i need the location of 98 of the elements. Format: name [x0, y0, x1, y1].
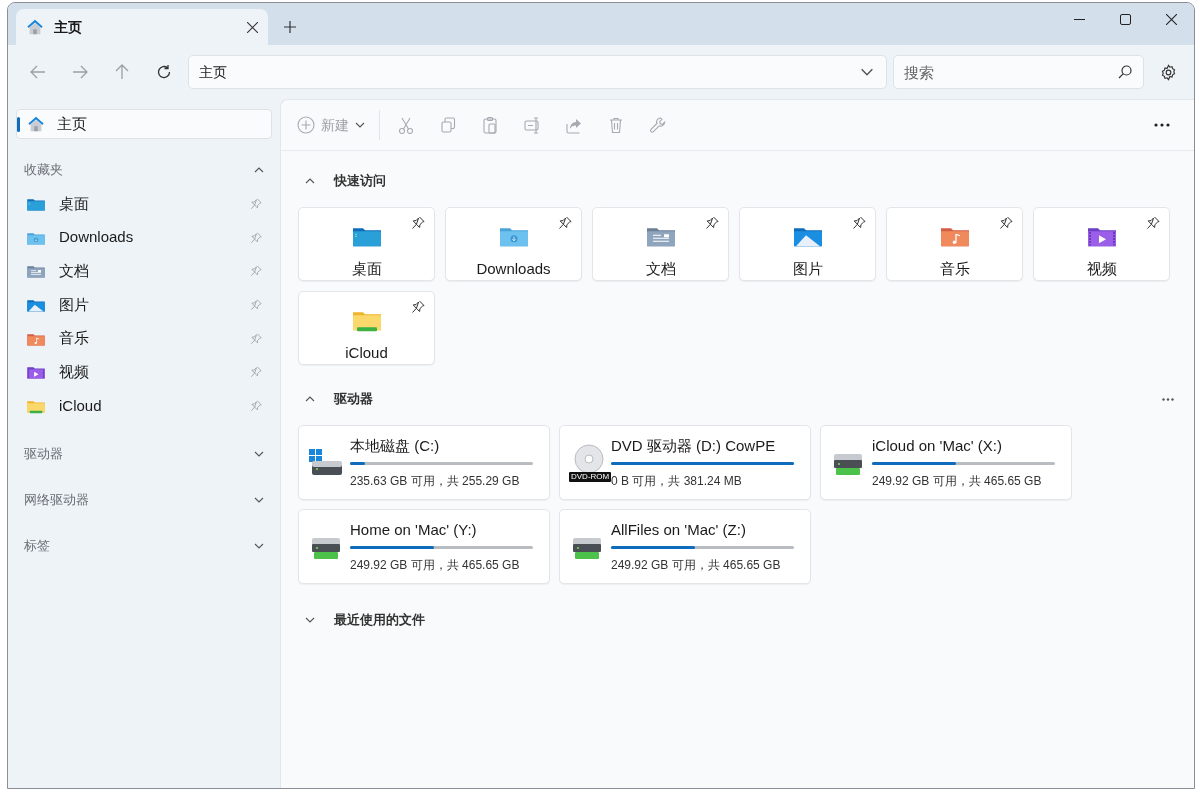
sidebar-item[interactable]: 桌面: [16, 187, 272, 221]
home-icon: [27, 115, 45, 133]
plus-circle-icon: [297, 116, 315, 134]
settings-icon: [1159, 63, 1177, 81]
drive-name: iCloud on 'Mac' (X:): [872, 435, 1003, 456]
section-title: 驱动器: [334, 390, 373, 409]
drive-space: 0 B 可用，共 381.24 MB: [611, 473, 743, 491]
share-icon: [565, 116, 583, 134]
forward-arrow-icon: [71, 65, 88, 79]
more-icon[interactable]: [1162, 397, 1174, 401]
drive-name: AllFiles on 'Mac' (Z:): [611, 519, 747, 540]
drive-name: Home on 'Mac' (Y:): [350, 519, 478, 540]
tab[interactable]: 主页: [16, 9, 268, 45]
pin-icon: [250, 366, 262, 379]
pin-icon: [250, 399, 262, 412]
pin-icon: [705, 216, 719, 230]
section-title: 最近使用的文件: [334, 611, 425, 630]
folder-label: 桌面: [351, 258, 382, 279]
drive-card[interactable]: DVD-ROM DVD 驱动器 (D:) CowPE 0 B 可用，共 381.24 MB: [559, 425, 811, 500]
folder-label: 视频: [1086, 258, 1117, 279]
pin-icon: [999, 216, 1013, 230]
address-path: 主页: [198, 62, 228, 82]
sidebar-item[interactable]: 主页: [16, 109, 272, 139]
chevron-icon: [305, 396, 315, 402]
chevron-icon: [254, 167, 264, 173]
section-header[interactable]: 网络驱动器: [16, 484, 272, 515]
folder-label: Downloads: [476, 258, 551, 279]
pin-icon: [250, 265, 262, 278]
section-header[interactable]: 收藏夹: [16, 155, 272, 185]
folder-card[interactable]: 视频: [1033, 207, 1170, 281]
pin-icon: [852, 216, 866, 230]
chevron-icon: [305, 617, 315, 623]
icon-label: DVD-ROM: [569, 471, 612, 482]
close-icon: [1165, 13, 1177, 25]
section-title: 快速访问: [334, 172, 386, 191]
drive-name: 本地磁盘 (C:): [350, 435, 441, 456]
home-icon: [26, 18, 44, 36]
trash-icon: [607, 116, 625, 134]
sidebar-item[interactable]: 图片: [16, 288, 272, 322]
folder-card[interactable]: 音乐: [886, 207, 1023, 281]
windows-drive-icon: [308, 447, 344, 478]
close-tab-icon[interactable]: [247, 21, 258, 33]
chevron-icon: [305, 178, 315, 184]
drive-space: 249.92 GB 可用，共 465.65 GB: [611, 557, 782, 575]
sidebar-item[interactable]: 音乐: [16, 321, 272, 356]
sidebar-item[interactable]: iCloud: [16, 389, 272, 423]
sidebar-item[interactable]: Downloads: [16, 220, 272, 255]
pin-icon: [250, 332, 262, 345]
minimize-icon: [1073, 18, 1085, 20]
copy-icon: [439, 116, 457, 134]
drive-card[interactable]: Home on 'Mac' (Y:) 249.92 GB 可用，共 465.65 GB: [298, 509, 550, 584]
folder-label: iCloud: [345, 342, 388, 363]
more-icon: [1154, 123, 1170, 127]
cut-icon: [397, 116, 415, 134]
drive-space: 235.63 GB 可用，共 255.29 GB: [350, 473, 521, 491]
drive-space: 249.92 GB 可用，共 465.65 GB: [350, 557, 521, 575]
section-header[interactable]: 驱动器: [16, 438, 272, 469]
folder-label: 图片: [792, 258, 823, 279]
folder-card[interactable]: Downloads: [445, 207, 582, 281]
tab-title: 主页: [54, 17, 83, 37]
pin-icon: [411, 300, 425, 314]
drive-name: DVD 驱动器 (D:) CowPE: [611, 435, 777, 456]
clipboard-icon: [481, 116, 499, 134]
folder-card[interactable]: 图片: [739, 207, 876, 281]
up-arrow-icon: [114, 64, 129, 80]
pin-icon: [250, 231, 262, 244]
disc-icon: [574, 443, 604, 474]
pin-icon: [250, 298, 262, 311]
pin-icon: [411, 216, 425, 230]
folder-card[interactable]: iCloud: [298, 291, 435, 365]
dropdown-chevron-icon: [859, 68, 874, 76]
caret-icon: [355, 122, 365, 128]
refresh-icon: [155, 64, 172, 80]
folder-label: 文档: [645, 258, 676, 279]
folder-label: 音乐: [939, 258, 970, 279]
section-header[interactable]: 标签: [16, 530, 272, 561]
back-arrow-icon: [29, 65, 46, 79]
pin-icon: [250, 197, 262, 210]
search-field[interactable]: 搜索: [892, 55, 1145, 89]
chevron-icon: [254, 542, 264, 549]
pin-icon: [1146, 216, 1160, 230]
chevron-icon: [254, 496, 264, 503]
plus-icon: [284, 21, 296, 33]
rename-icon: [523, 116, 541, 134]
drive-card[interactable]: iCloud on 'Mac' (X:) 249.92 GB 可用，共 465.65 GB: [820, 425, 1072, 500]
drive-space: 249.92 GB 可用，共 465.65 GB: [872, 473, 1043, 491]
folder-card[interactable]: 桌面: [298, 207, 435, 281]
address-bar[interactable]: 主页: [187, 55, 887, 89]
sidebar-item[interactable]: 视频: [16, 355, 272, 390]
chevron-icon: [254, 450, 264, 457]
drive-card[interactable]: AllFiles on 'Mac' (Z:) 249.92 GB 可用，共 465.65 GB: [559, 509, 811, 584]
pin-icon: [558, 216, 572, 230]
sidebar-item[interactable]: 文档: [16, 254, 272, 289]
search-icon: [1118, 65, 1133, 79]
wrench-icon: [649, 116, 667, 134]
folder-card[interactable]: 文档: [592, 207, 729, 281]
maximize-icon: [1119, 13, 1131, 25]
drive-card[interactable]: 本地磁盘 (C:) 235.63 GB 可用，共 255.29 GB: [298, 425, 550, 500]
